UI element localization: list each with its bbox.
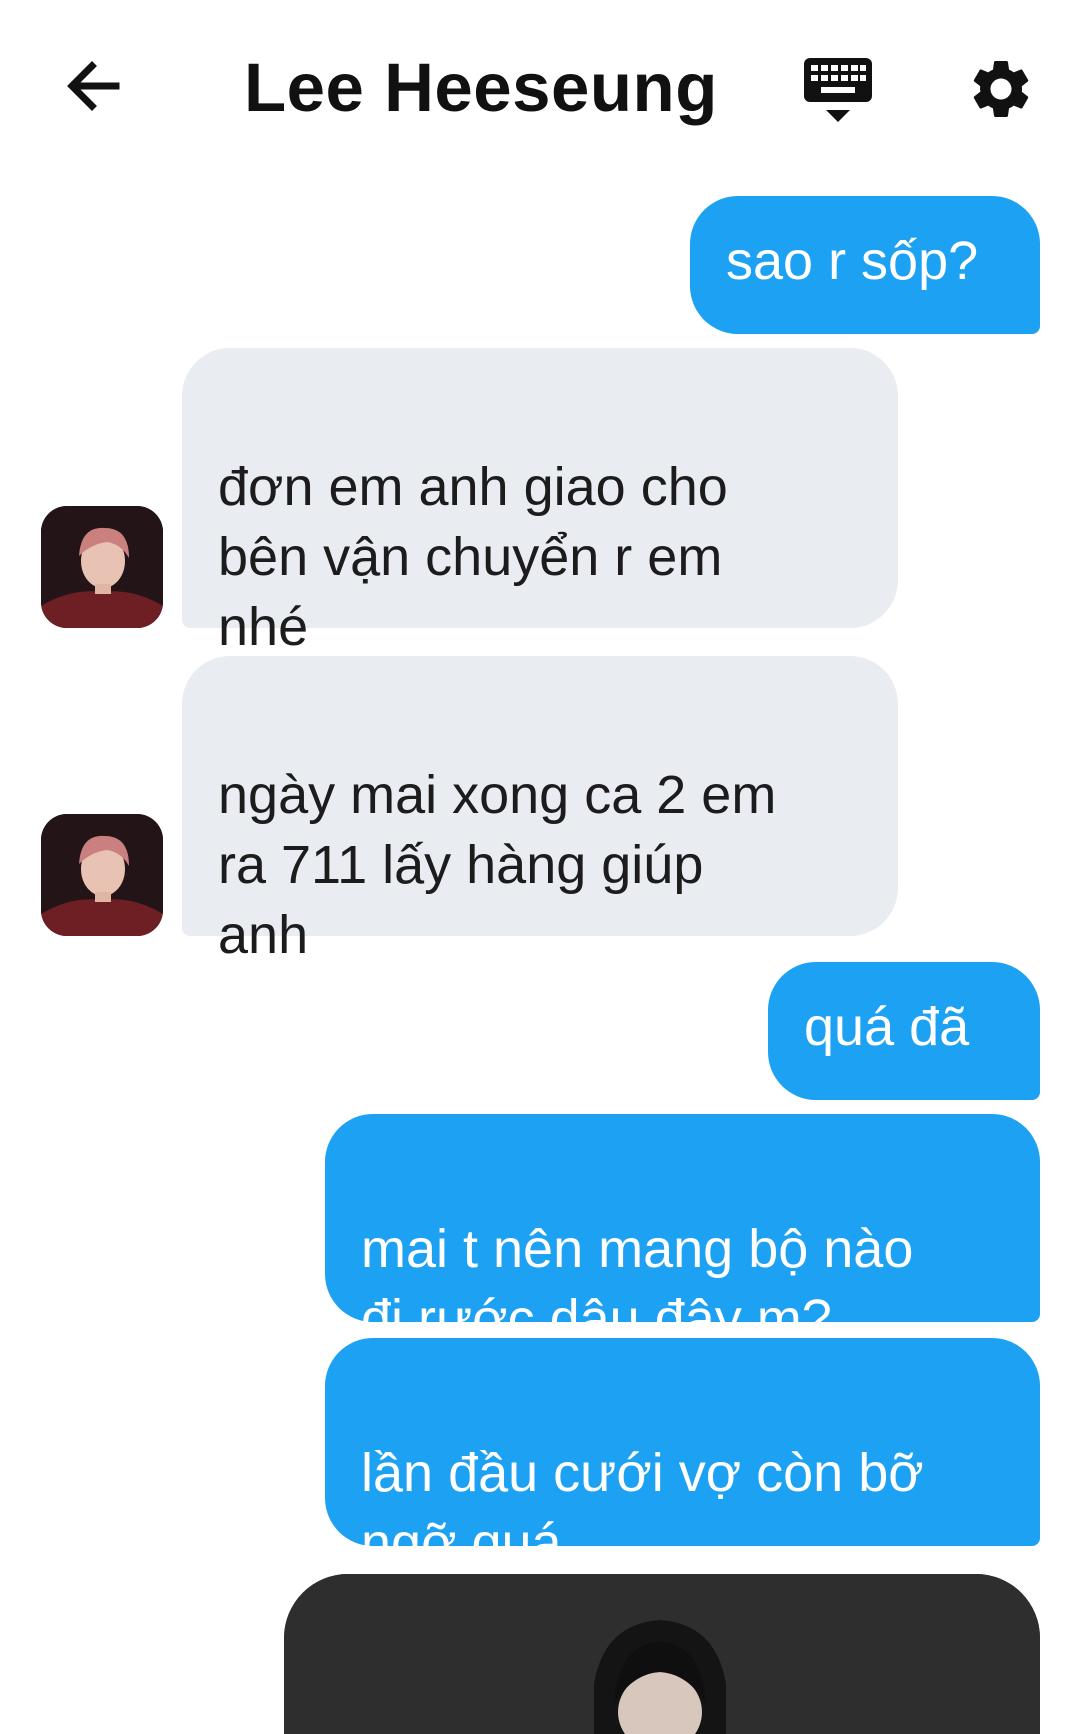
message-text: lần đầu cưới vợ còn bỡ ngỡ quá [361, 1443, 924, 1573]
message-text: đơn em anh giao cho bên vận chuyển r em … [218, 457, 728, 657]
contact-photo [41, 814, 163, 936]
keyboard-icon [804, 58, 872, 122]
back-button[interactable] [62, 54, 126, 118]
message-bubble-incoming[interactable]: ngày mai xong ca 2 em ra 711 lấy hàng gi… [182, 656, 898, 965]
message-text: sao r sốp? [726, 231, 979, 291]
contact-photo [41, 506, 163, 628]
gear-icon [973, 60, 1029, 117]
avatar[interactable] [41, 814, 163, 936]
message-image[interactable] [284, 1574, 1040, 1734]
settings-button[interactable] [966, 54, 1036, 124]
chat-header: Lee Heeseung [0, 0, 1080, 180]
arrow-left-icon [67, 61, 120, 111]
contact-name: Lee Heeseung [244, 49, 718, 126]
message-bubble-outgoing[interactable]: mai t nên mang bộ nào đi rước dâu đây m? [325, 1114, 1040, 1349]
message-text: ngày mai xong ca 2 em ra 711 lấy hàng gi… [218, 765, 777, 965]
message-text: quá đã [804, 997, 970, 1057]
photo [284, 1574, 1040, 1734]
message-bubble-outgoing[interactable]: quá đã [768, 962, 1040, 1100]
message-bubble-outgoing[interactable]: lần đầu cưới vợ còn bỡ ngỡ quá [325, 1338, 1040, 1705]
message-text: mai t nên mang bộ nào đi rước dâu đây m? [361, 1219, 914, 1349]
avatar[interactable] [41, 506, 163, 628]
keyboard-button[interactable] [802, 56, 874, 128]
message-bubble-outgoing[interactable]: sao r sốp? [690, 196, 1040, 334]
message-bubble-incoming[interactable]: đơn em anh giao cho bên vận chuyển r em … [182, 348, 898, 657]
